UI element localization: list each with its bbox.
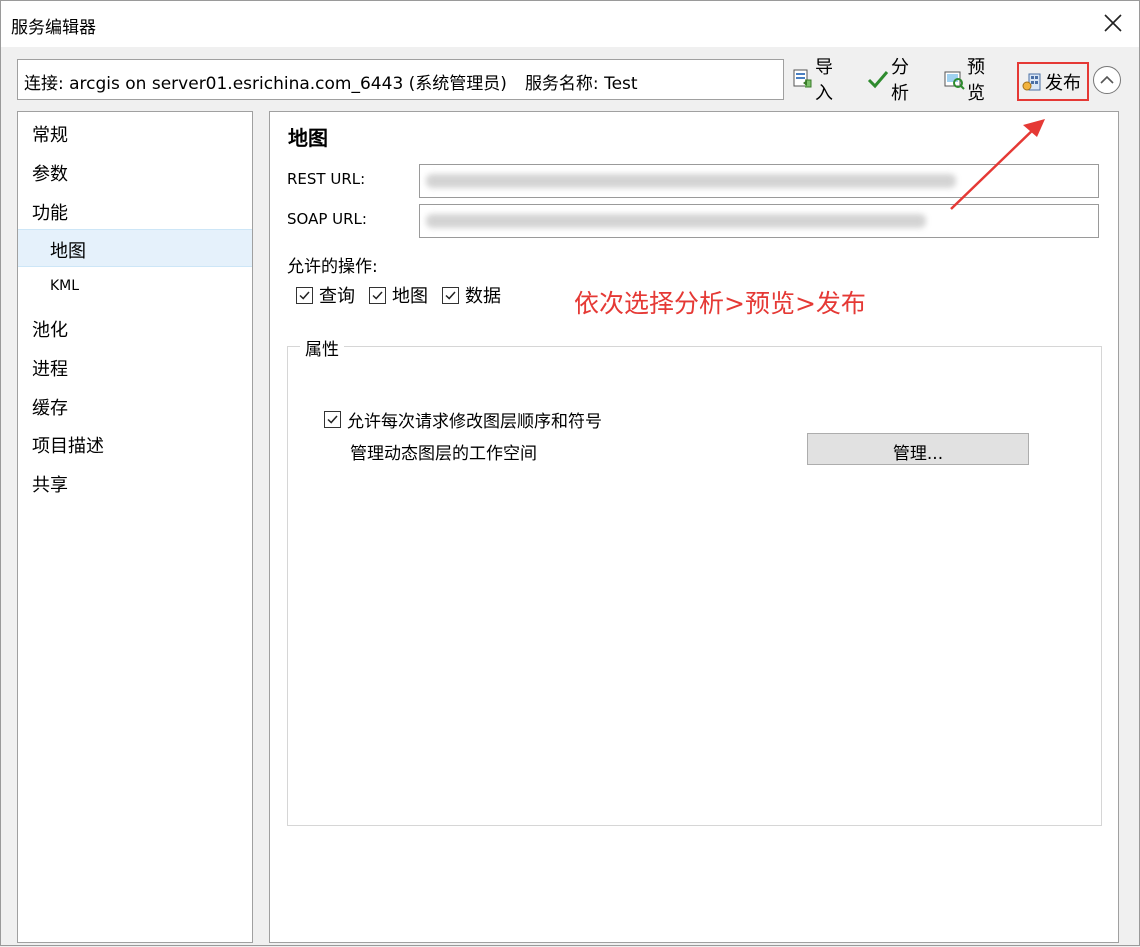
checkmark-icon: [372, 291, 383, 300]
checkmark-icon: [445, 291, 456, 300]
service-name-text: 服务名称: Test: [524, 74, 638, 94]
operation-data: 数据: [442, 282, 501, 308]
data-checkbox[interactable]: [442, 286, 459, 304]
service-editor-window: 服务编辑器 连接: arcgis on server01.esrichina.c…: [0, 0, 1140, 946]
close-button[interactable]: [1101, 11, 1125, 35]
properties-group: 属性 允许每次请求修改图层顺序和符号 管理动态图层的工作空间 管理...: [287, 335, 1102, 826]
allow-modify-label: 允许每次请求修改图层顺序和符号: [347, 412, 602, 432]
checkmark-icon: [299, 291, 310, 300]
map-label: 地图: [392, 286, 428, 307]
annotation-text: 依次选择分析>预览>发布: [574, 289, 866, 318]
soap-url-label: SOAP URL:: [287, 210, 367, 228]
chevron-up-icon: [1100, 75, 1114, 84]
soap-url-field[interactable]: [419, 204, 1099, 238]
publish-label: 发布: [1045, 72, 1081, 94]
blurred-url: [426, 174, 956, 188]
sidebar-item-capabilities[interactable]: 功能: [18, 192, 252, 230]
import-label: 导入: [815, 57, 833, 104]
map-checkbox[interactable]: [369, 286, 386, 304]
blurred-url: [426, 214, 926, 228]
data-label: 数据: [465, 286, 501, 307]
sidebar-item-sharing[interactable]: 共享: [18, 464, 252, 502]
connection-text: 连接: arcgis on server01.esrichina.com_644…: [24, 74, 507, 94]
sidebar-item-item-description[interactable]: 项目描述: [18, 425, 252, 463]
query-label: 查询: [319, 286, 355, 307]
sidebar-item-pooling[interactable]: 池化: [18, 309, 252, 347]
rest-url-field[interactable]: [419, 164, 1099, 198]
connection-info-field: 连接: arcgis on server01.esrichina.com_644…: [17, 59, 784, 100]
manage-button[interactable]: 管理...: [807, 433, 1029, 465]
sidebar-item-map[interactable]: 地图: [18, 229, 252, 267]
close-icon: [1104, 14, 1122, 32]
analyze-button[interactable]: 分析: [867, 57, 909, 104]
sidebar-item-caching[interactable]: 缓存: [18, 387, 252, 425]
checkmark-icon: [867, 68, 889, 90]
main-panel: 地图 REST URL: SOAP URL: 允许的操作: 查询 地图 数据 依…: [269, 111, 1119, 943]
allowed-operations-label: 允许的操作:: [287, 257, 378, 277]
operations-row: 查询 地图 数据: [296, 282, 515, 308]
preview-button[interactable]: 预览: [943, 57, 985, 104]
allow-modify-checkbox[interactable]: [324, 411, 341, 428]
sidebar-item-general[interactable]: 常规: [18, 114, 252, 152]
rest-url-label: REST URL:: [287, 170, 366, 188]
analyze-label: 分析: [891, 57, 909, 104]
section-title: 地图: [288, 126, 328, 150]
window-title: 服务编辑器: [11, 18, 96, 38]
workspace-label: 管理动态图层的工作空间: [350, 444, 537, 464]
sidebar-item-parameters[interactable]: 参数: [18, 153, 252, 191]
properties-legend: 属性: [300, 335, 344, 360]
sidebar-item-kml[interactable]: KML: [18, 268, 252, 306]
allow-modify-row: 允许每次请求修改图层顺序和符号: [324, 407, 602, 432]
title-bar: 服务编辑器: [1, 1, 1139, 47]
import-icon: [791, 68, 813, 90]
preview-label: 预览: [967, 57, 985, 104]
sidebar-item-processes[interactable]: 进程: [18, 348, 252, 386]
preview-icon: [943, 68, 965, 90]
publish-icon: [1021, 71, 1043, 93]
collapse-button[interactable]: [1093, 66, 1121, 94]
publish-button[interactable]: 发布: [1017, 62, 1089, 101]
operation-map: 地图: [369, 282, 428, 308]
operation-query: 查询: [296, 282, 355, 308]
query-checkbox[interactable]: [296, 286, 313, 304]
import-button[interactable]: 导入: [791, 57, 833, 104]
checkmark-icon: [327, 415, 338, 424]
sidebar: 常规 参数 功能 地图 KML 池化 进程 缓存 项目描述 共享: [17, 111, 253, 943]
